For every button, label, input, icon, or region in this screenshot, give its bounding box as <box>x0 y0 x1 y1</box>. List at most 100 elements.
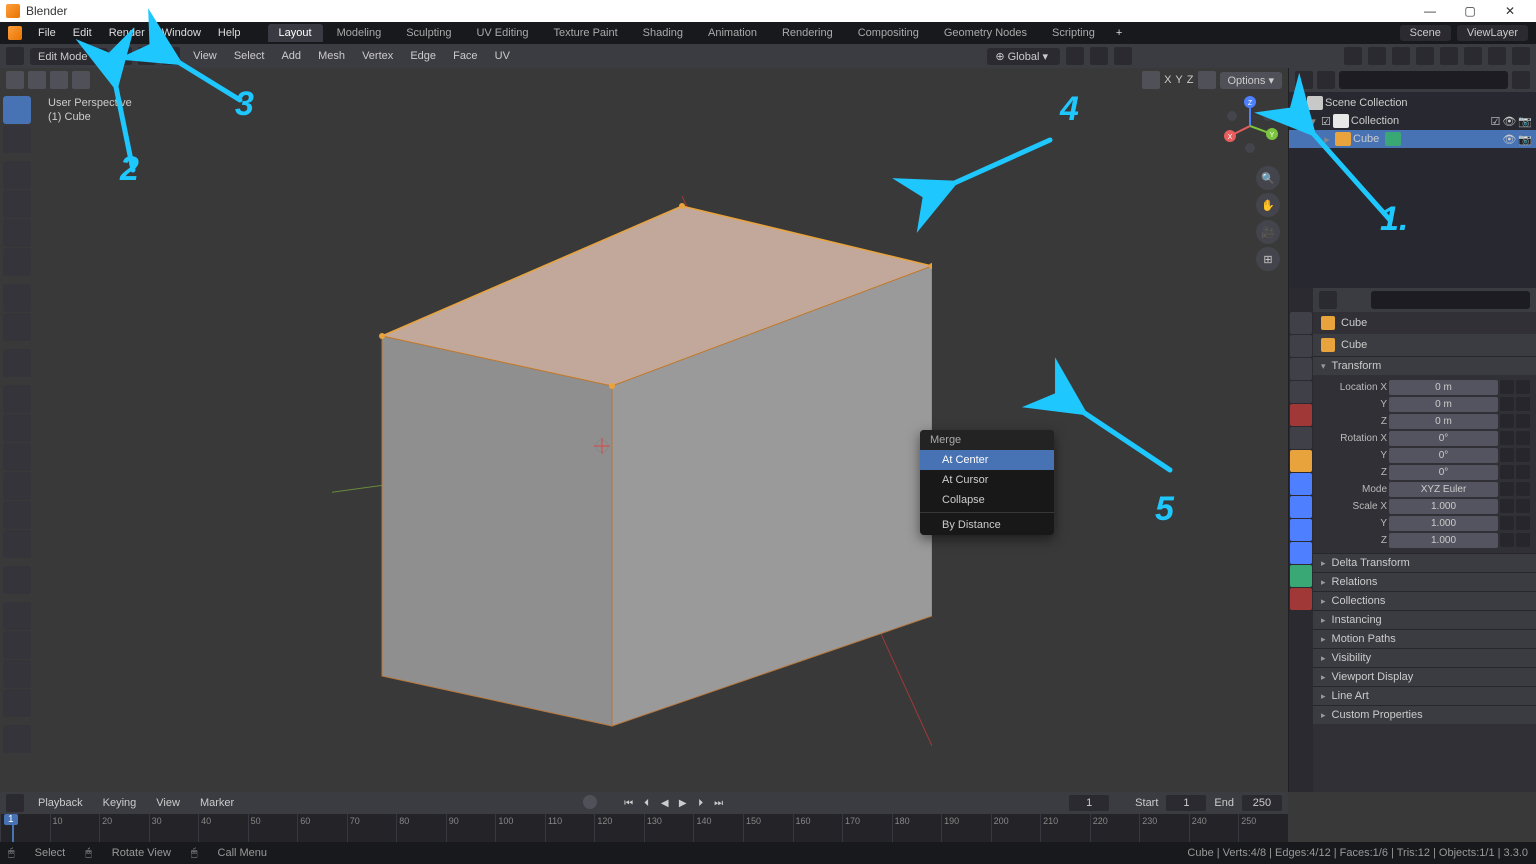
crumb-object[interactable]: Cube <box>1341 317 1367 329</box>
xray-button[interactable] <box>1416 47 1434 65</box>
anim-icon[interactable] <box>1516 448 1530 462</box>
tool-extrude[interactable] <box>3 385 31 413</box>
zoom-icon[interactable]: 🔍 <box>1256 166 1280 190</box>
prop-tab-material[interactable] <box>1290 588 1312 610</box>
outliner-type-icon[interactable] <box>1295 71 1313 89</box>
jump-start-icon[interactable]: ⏮ <box>621 795 637 811</box>
prop-value[interactable]: 0° <box>1389 448 1498 463</box>
axis-z-label[interactable]: Z <box>1187 74 1194 86</box>
maximize-button[interactable]: ▢ <box>1450 4 1490 18</box>
prop-tab-modifiers[interactable] <box>1290 473 1312 495</box>
outliner-display-icon[interactable] <box>1317 71 1335 89</box>
prop-tab-data[interactable] <box>1290 565 1312 587</box>
tool-smooth[interactable] <box>3 602 31 630</box>
tool-shrink[interactable] <box>3 660 31 688</box>
outliner-filter-icon[interactable] <box>1512 71 1530 89</box>
menu-view[interactable]: View <box>186 48 224 64</box>
overlay-dropdown-icon[interactable] <box>1198 71 1216 89</box>
3d-viewport[interactable]: X Y Z Options ▾ User Perspective (1) Cub… <box>0 68 1288 792</box>
outliner-scene-collection[interactable]: ▾ Scene Collection <box>1289 94 1536 112</box>
menu-add[interactable]: Add <box>274 48 308 64</box>
keyframe-next-icon[interactable]: ⏵ <box>693 795 709 811</box>
tool-shear[interactable] <box>3 689 31 717</box>
tab-texture-paint[interactable]: Texture Paint <box>542 24 628 42</box>
lock-icon[interactable] <box>1500 516 1514 530</box>
lock-icon[interactable] <box>1500 397 1514 411</box>
anim-icon[interactable] <box>1516 465 1530 479</box>
menu-edge[interactable]: Edge <box>403 48 443 64</box>
tool-measure[interactable] <box>3 313 31 341</box>
keyframe-prev-icon[interactable]: ⏴ <box>639 795 655 811</box>
tool-scale[interactable] <box>3 219 31 247</box>
prop-value[interactable]: 0 m <box>1389 380 1498 395</box>
shading-matprev-button[interactable] <box>1488 47 1506 65</box>
select-mode-face-icon[interactable] <box>50 71 68 89</box>
lock-icon[interactable] <box>1500 431 1514 445</box>
play-reverse-icon[interactable]: ◀ <box>657 795 673 811</box>
prop-value[interactable]: XYZ Euler <box>1389 482 1498 497</box>
viewlayer-selector[interactable]: ViewLayer <box>1457 25 1528 41</box>
panel-viewport-display[interactable]: ▸Viewport Display <box>1313 667 1536 686</box>
timeline-ruler[interactable]: 1020304050607080901001101201301401501601… <box>0 814 1288 842</box>
shading-wire-button[interactable] <box>1440 47 1458 65</box>
tab-animation[interactable]: Animation <box>697 24 768 42</box>
lock-icon[interactable] <box>1500 380 1514 394</box>
prop-tab-output[interactable] <box>1290 335 1312 357</box>
tab-shading[interactable]: Shading <box>632 24 694 42</box>
select-vertex-button[interactable] <box>114 47 132 65</box>
tool-poly-build[interactable] <box>3 530 31 558</box>
menu-mesh[interactable]: Mesh <box>311 48 352 64</box>
merge-collapse[interactable]: Collapse <box>920 490 1054 510</box>
tool-edge-slide[interactable] <box>3 631 31 659</box>
close-button[interactable]: ✕ <box>1490 4 1530 18</box>
menu-window[interactable]: Window <box>155 25 208 41</box>
shading-rendered-button[interactable] <box>1512 47 1530 65</box>
nav-gizmo[interactable]: Z Y X <box>1220 96 1280 156</box>
lock-icon[interactable] <box>1500 414 1514 428</box>
mesh-edit-mode-icon[interactable] <box>1142 71 1160 89</box>
select-edge-button[interactable] <box>138 47 156 65</box>
tool-loop-cut[interactable] <box>3 472 31 500</box>
anim-icon[interactable] <box>1516 516 1530 530</box>
menu-face[interactable]: Face <box>446 48 484 64</box>
tool-annotate[interactable] <box>3 284 31 312</box>
timeline-keying[interactable]: Keying <box>97 795 143 811</box>
scene-selector[interactable]: Scene <box>1400 25 1451 41</box>
snap-button[interactable] <box>1090 47 1108 65</box>
anim-icon[interactable] <box>1516 414 1530 428</box>
timeline-marker[interactable]: Marker <box>194 795 240 811</box>
start-frame[interactable]: 1 <box>1166 795 1206 811</box>
lock-icon[interactable] <box>1500 482 1514 496</box>
timeline-playback[interactable]: Playback <box>32 795 89 811</box>
prop-value[interactable]: 1.000 <box>1389 499 1498 514</box>
menu-render[interactable]: Render <box>102 25 152 41</box>
panel-collections[interactable]: ▸Collections <box>1313 591 1536 610</box>
lock-icon[interactable] <box>1500 533 1514 547</box>
tab-uv-editing[interactable]: UV Editing <box>465 24 539 42</box>
anim-icon[interactable] <box>1516 380 1530 394</box>
prop-tab-scene[interactable] <box>1290 381 1312 403</box>
editor-type-button[interactable] <box>6 47 24 65</box>
prop-tab-constraints[interactable] <box>1290 542 1312 564</box>
tool-inset[interactable] <box>3 414 31 442</box>
pan-icon[interactable]: ✋ <box>1256 193 1280 217</box>
tool-rotate[interactable] <box>3 190 31 218</box>
tab-sculpting[interactable]: Sculpting <box>395 24 462 42</box>
shading-solid-button[interactable] <box>1464 47 1482 65</box>
proportional-button[interactable] <box>1114 47 1132 65</box>
select-mode-vertex-icon[interactable] <box>6 71 24 89</box>
tab-geometry-nodes[interactable]: Geometry Nodes <box>933 24 1038 42</box>
tool-add-cube[interactable] <box>3 349 31 377</box>
play-icon[interactable]: ▶ <box>675 795 691 811</box>
merge-by-distance[interactable]: By Distance <box>920 515 1054 535</box>
prop-value[interactable]: 1.000 <box>1389 533 1498 548</box>
mode-dropdown[interactable]: Edit Mode ▾ <box>30 48 108 65</box>
tool-spin[interactable] <box>3 566 31 594</box>
tool-cursor[interactable] <box>3 125 31 153</box>
outliner-cube[interactable]: ▸ Cube 👁📷 <box>1289 130 1536 148</box>
crumb-data[interactable]: Cube <box>1341 339 1367 351</box>
prop-tab-viewlayer[interactable] <box>1290 358 1312 380</box>
merge-at-cursor[interactable]: At Cursor <box>920 470 1054 490</box>
prop-tab-object[interactable] <box>1290 450 1312 472</box>
anim-icon[interactable] <box>1516 499 1530 513</box>
